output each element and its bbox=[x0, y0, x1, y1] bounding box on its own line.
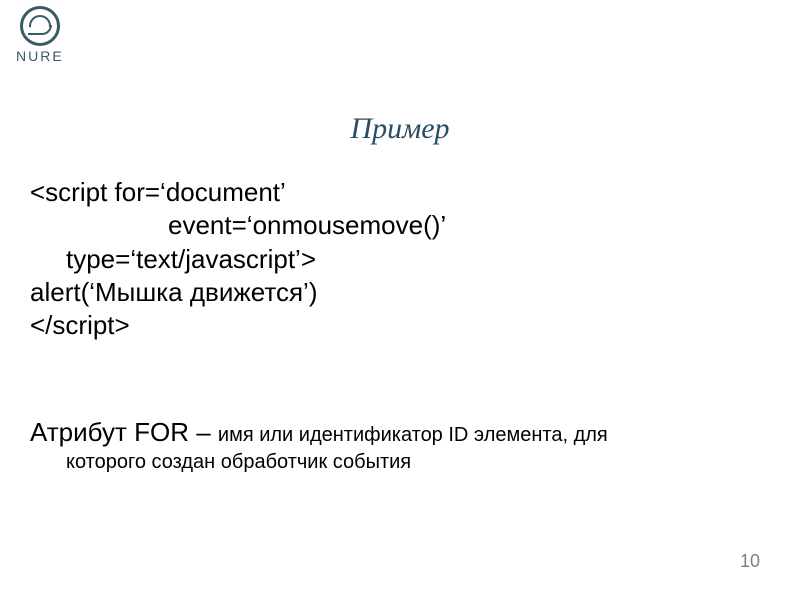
footnote: Атрибут FOR – имя или идентификатор ID э… bbox=[30, 416, 770, 475]
code-line-3: type=‘text/javascript’> bbox=[30, 243, 770, 276]
logo: NURE bbox=[16, 6, 64, 64]
logo-icon bbox=[20, 6, 60, 46]
footnote-lead: Атрибут FOR – bbox=[30, 417, 218, 447]
footnote-rest: имя или идентификатор ID элемента, для bbox=[218, 424, 608, 446]
footnote-cont: которого создан обработчик события bbox=[30, 450, 770, 476]
code-line-4: alert(‘Мышка движется’) bbox=[30, 276, 770, 309]
code-line-1: <script for=‘document’ bbox=[30, 176, 770, 209]
page-number: 10 bbox=[740, 551, 760, 572]
slide-body: <script for=‘document’ event=‘onmousemov… bbox=[30, 176, 770, 475]
slide-title: Пример bbox=[0, 112, 800, 146]
code-line-5: </script> bbox=[30, 309, 770, 342]
code-line-2: event=‘onmousemove()’ bbox=[30, 209, 770, 242]
logo-text: NURE bbox=[16, 48, 64, 64]
